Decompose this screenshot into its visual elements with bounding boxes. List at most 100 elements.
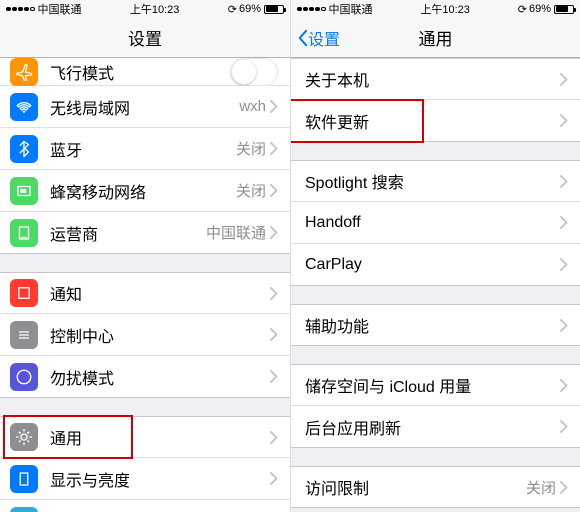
chevron-right-icon — [560, 319, 568, 332]
wallpaper-icon — [10, 507, 38, 512]
settings-list[interactable]: 关于本机 软件更新 Spotlight 搜索 Handoff CarPlay 辅… — [291, 58, 580, 512]
settings-row[interactable]: 墙纸 — [0, 500, 290, 512]
settings-group: 储存空间与 iCloud 用量 后台应用刷新 — [291, 364, 580, 448]
settings-row[interactable]: 蜂窝移动网络 关闭 — [0, 170, 290, 212]
settings-row[interactable]: 蓝牙 关闭 — [0, 128, 290, 170]
carrier-label: 中国联通 — [38, 1, 82, 17]
battery-percent: 69% — [529, 3, 551, 15]
settings-row[interactable]: 通用 — [0, 416, 290, 458]
row-label: 储存空间与 iCloud 用量 — [305, 373, 560, 397]
row-value: 关闭 — [236, 180, 266, 201]
chevron-right-icon — [560, 175, 568, 188]
settings-row[interactable]: Handoff — [291, 202, 580, 244]
chevron-right-icon — [270, 370, 278, 383]
chevron-right-icon — [560, 73, 568, 86]
control-icon — [10, 321, 38, 349]
toggle-switch[interactable] — [230, 58, 278, 86]
status-bar: 中国联通 上午10:23 ⟳ 69% — [0, 0, 290, 18]
settings-row[interactable]: 运营商 中国联通 — [0, 212, 290, 254]
settings-group: 飞行模式 无线局域网 wxh 蓝牙 关闭 蜂窝移动网络 关闭 运营商 中国联通 — [0, 58, 290, 254]
settings-row[interactable]: 辅助功能 — [291, 304, 580, 346]
chevron-right-icon — [560, 481, 568, 494]
carrier-icon — [10, 219, 38, 247]
settings-row[interactable]: 勿扰模式 — [0, 356, 290, 398]
row-label: 控制中心 — [50, 323, 270, 347]
row-label: 蓝牙 — [50, 137, 236, 161]
chevron-right-icon — [270, 226, 278, 239]
nav-back-button[interactable]: 设置 — [297, 26, 340, 50]
settings-row[interactable]: CarPlay — [291, 244, 580, 286]
settings-main-screen: 中国联通 上午10:23 ⟳ 69% 设置 飞行模式 无线局域网 wxh 蓝牙 … — [0, 0, 290, 512]
settings-row[interactable]: 关于本机 — [291, 58, 580, 100]
status-bar: 中国联通 上午10:23 ⟳ 69% — [291, 0, 580, 18]
settings-row[interactable]: 软件更新 — [291, 100, 580, 142]
settings-row[interactable]: Spotlight 搜索 — [291, 160, 580, 202]
settings-group: 通知 控制中心 勿扰模式 — [0, 272, 290, 398]
settings-general-screen: 中国联通 上午10:23 ⟳ 69% 设置通用 关于本机 软件更新 Spotli… — [290, 0, 580, 512]
row-label: 运营商 — [50, 221, 206, 245]
status-time: 上午10:23 — [82, 1, 228, 17]
row-value: 中国联通 — [206, 222, 266, 243]
row-value: wxh — [239, 98, 266, 115]
settings-row[interactable]: 储存空间与 iCloud 用量 — [291, 364, 580, 406]
settings-row[interactable]: 飞行模式 — [0, 58, 290, 86]
row-label: 辅助功能 — [305, 313, 560, 337]
battery-icon — [264, 5, 284, 14]
row-label: 关于本机 — [305, 67, 560, 91]
settings-group: Spotlight 搜索 Handoff CarPlay — [291, 160, 580, 286]
status-time: 上午10:23 — [373, 1, 518, 17]
display-icon — [10, 465, 38, 493]
row-label: 访问限制 — [305, 475, 526, 499]
chevron-right-icon — [270, 287, 278, 300]
chevron-right-icon — [270, 328, 278, 341]
settings-group: 辅助功能 — [291, 304, 580, 346]
nav-bar: 设置 — [0, 18, 290, 58]
chevron-right-icon — [560, 379, 568, 392]
battery-icon — [554, 5, 574, 14]
wifi-icon — [10, 93, 38, 121]
orientation-lock-icon: ⟳ — [228, 3, 237, 16]
row-label: 蜂窝移动网络 — [50, 179, 236, 203]
orientation-lock-icon: ⟳ — [518, 3, 527, 16]
battery-percent: 69% — [239, 3, 261, 15]
chevron-right-icon — [270, 431, 278, 444]
row-value: 关闭 — [526, 477, 556, 498]
row-label: Handoff — [305, 214, 560, 232]
signal-strength-icon — [6, 7, 35, 12]
dnd-icon — [10, 363, 38, 391]
bluetooth-icon — [10, 135, 38, 163]
carrier-label: 中国联通 — [329, 1, 373, 17]
chevron-right-icon — [270, 184, 278, 197]
general-icon — [10, 423, 38, 451]
chevron-right-icon — [560, 216, 568, 229]
row-label: 勿扰模式 — [50, 365, 270, 389]
settings-row[interactable]: 访问限制 关闭 — [291, 466, 580, 508]
row-value: 关闭 — [236, 138, 266, 159]
row-label: 通用 — [50, 425, 270, 449]
chevron-right-icon — [560, 420, 568, 433]
chevron-right-icon — [270, 472, 278, 485]
settings-row[interactable]: 后台应用刷新 — [291, 406, 580, 448]
notify-icon — [10, 279, 38, 307]
settings-row[interactable]: 显示与亮度 — [0, 458, 290, 500]
row-label: 软件更新 — [305, 109, 560, 133]
chevron-right-icon — [270, 142, 278, 155]
row-label: Spotlight 搜索 — [305, 169, 560, 193]
chevron-right-icon — [560, 258, 568, 271]
row-label: CarPlay — [305, 256, 560, 274]
row-label: 飞行模式 — [50, 60, 230, 84]
row-label: 墙纸 — [50, 509, 270, 512]
row-label: 通知 — [50, 281, 270, 305]
chevron-right-icon — [560, 114, 568, 127]
settings-group: 关于本机 软件更新 — [291, 58, 580, 142]
nav-bar: 设置通用 — [291, 18, 580, 58]
settings-row[interactable]: 通知 — [0, 272, 290, 314]
cellular-icon — [10, 177, 38, 205]
settings-list[interactable]: 飞行模式 无线局域网 wxh 蓝牙 关闭 蜂窝移动网络 关闭 运营商 中国联通 … — [0, 58, 290, 512]
chevron-right-icon — [270, 100, 278, 113]
settings-row[interactable]: 无线局域网 wxh — [0, 86, 290, 128]
settings-group: 访问限制 关闭 — [291, 466, 580, 508]
row-label: 后台应用刷新 — [305, 415, 560, 439]
settings-row[interactable]: 控制中心 — [0, 314, 290, 356]
settings-group: 通用 显示与亮度 墙纸 声音 — [0, 416, 290, 512]
